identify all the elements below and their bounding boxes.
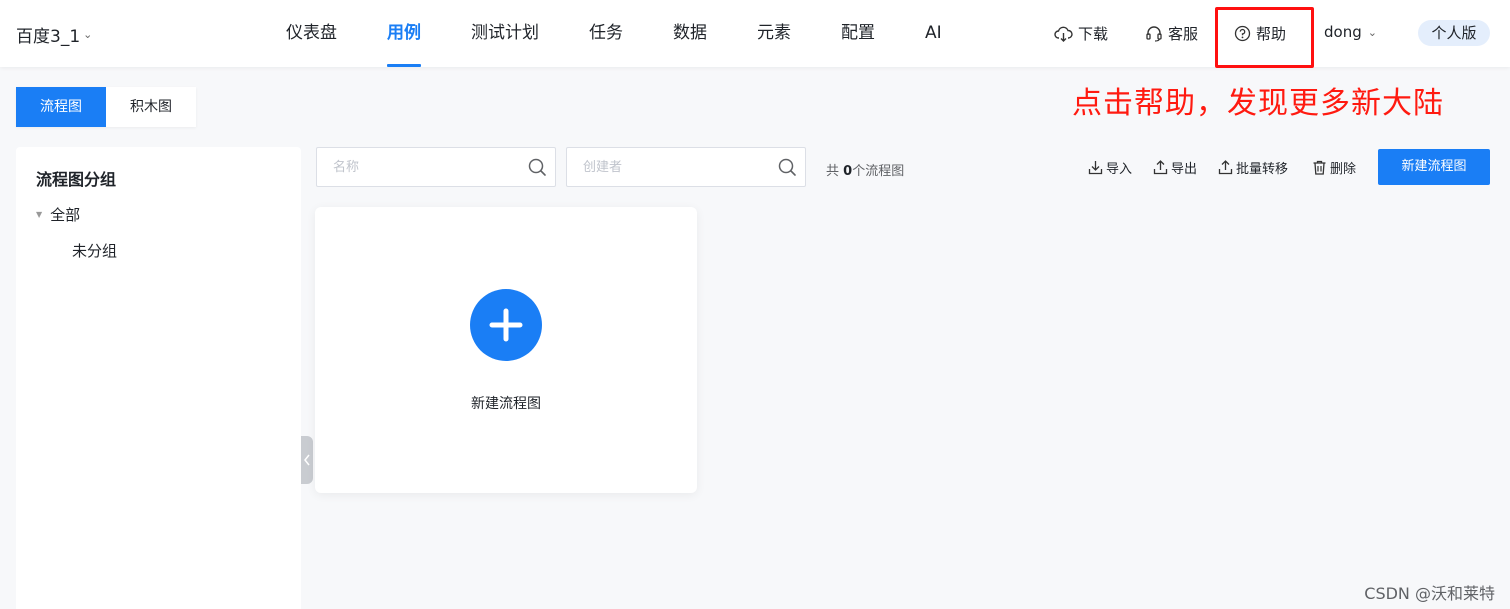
customer-service-button[interactable]: 客服 <box>1145 23 1198 44</box>
edition-badge[interactable]: 个人版 <box>1418 20 1490 46</box>
annotation-text: 点击帮助，发现更多新大陆 <box>1072 86 1444 121</box>
export-button[interactable]: 导出 <box>1153 158 1197 177</box>
export-icon <box>1153 160 1168 175</box>
caret-down-icon[interactable]: ▼ <box>36 210 42 219</box>
export-label: 导出 <box>1171 162 1198 177</box>
upload-icon <box>1218 160 1233 175</box>
main-nav: 仪表盘 用例 测试计划 任务 数据 元素 配置 AI <box>286 0 992 67</box>
new-flowchart-button[interactable]: 新建流程图 <box>1378 149 1490 185</box>
batch-move-label: 批量转移 <box>1236 162 1289 177</box>
watermark: CSDN @沃和莱特 <box>1364 584 1495 603</box>
user-name: dong <box>1324 23 1362 41</box>
tab-block-diagram[interactable]: 积木图 <box>106 87 196 127</box>
creator-search-input[interactable] <box>583 148 773 186</box>
nav-cases[interactable]: 用例 <box>387 0 421 67</box>
plus-circle-icon[interactable] <box>470 289 542 361</box>
import-label: 导入 <box>1106 162 1133 177</box>
creator-search <box>566 147 806 187</box>
chevron-down-icon: ⌄ <box>83 28 93 41</box>
download-label: 下载 <box>1078 25 1109 43</box>
tab-flowchart[interactable]: 流程图 <box>16 87 106 127</box>
flow-count: 共 0个流程图 <box>826 160 904 179</box>
tree-node-ungrouped[interactable]: 未分组 <box>72 240 117 261</box>
tree-node-label: 全部 <box>50 206 81 224</box>
nav-config[interactable]: 配置 <box>841 0 875 67</box>
count-suffix: 个流程图 <box>852 164 905 179</box>
project-name: 百度3_1 <box>16 27 81 47</box>
search-icon[interactable] <box>527 157 547 177</box>
nav-data[interactable]: 数据 <box>673 0 707 67</box>
project-selector[interactable]: 百度3_1 ⌄ <box>16 22 92 47</box>
delete-button[interactable]: 删除 <box>1312 158 1356 177</box>
nav-ai[interactable]: AI <box>925 0 942 67</box>
cloud-download-icon <box>1054 26 1073 42</box>
count-prefix: 共 <box>826 164 844 179</box>
new-flowchart-card[interactable]: 新建流程图 <box>315 207 697 493</box>
top-navigation-bar: 百度3_1 ⌄ 仪表盘 用例 测试计划 任务 数据 元素 配置 AI 下载 客服… <box>0 0 1510 68</box>
chevron-left-icon <box>304 454 310 466</box>
delete-label: 删除 <box>1330 162 1357 177</box>
user-menu[interactable]: dong ⌄ <box>1324 23 1377 41</box>
sidebar-title: 流程图分组 <box>36 170 117 189</box>
headset-icon <box>1146 26 1162 42</box>
trash-icon <box>1313 160 1326 175</box>
name-search-input[interactable] <box>333 148 523 186</box>
nav-tasks[interactable]: 任务 <box>589 0 623 67</box>
sidebar-collapse-handle[interactable] <box>301 436 313 484</box>
download-button[interactable]: 下载 <box>1054 23 1108 44</box>
service-label: 客服 <box>1168 25 1199 43</box>
nav-test-plan[interactable]: 测试计划 <box>471 0 539 67</box>
nav-elements[interactable]: 元素 <box>757 0 791 67</box>
new-flowchart-card-label: 新建流程图 <box>471 396 541 412</box>
mode-switch: 流程图 积木图 <box>16 87 196 127</box>
search-icon[interactable] <box>777 157 797 177</box>
help-highlight-box <box>1215 7 1314 68</box>
group-sidebar: 流程图分组 ▼ 全部 未分组 <box>16 147 301 609</box>
name-search <box>316 147 556 187</box>
batch-move-button[interactable]: 批量转移 <box>1218 158 1288 177</box>
chevron-down-icon: ⌄ <box>1367 25 1377 39</box>
tree-node-all[interactable]: ▼ 全部 <box>36 204 80 225</box>
nav-dashboard[interactable]: 仪表盘 <box>286 0 337 67</box>
import-icon <box>1088 161 1103 175</box>
import-button[interactable]: 导入 <box>1088 158 1132 177</box>
count-value: 0 <box>843 164 853 179</box>
